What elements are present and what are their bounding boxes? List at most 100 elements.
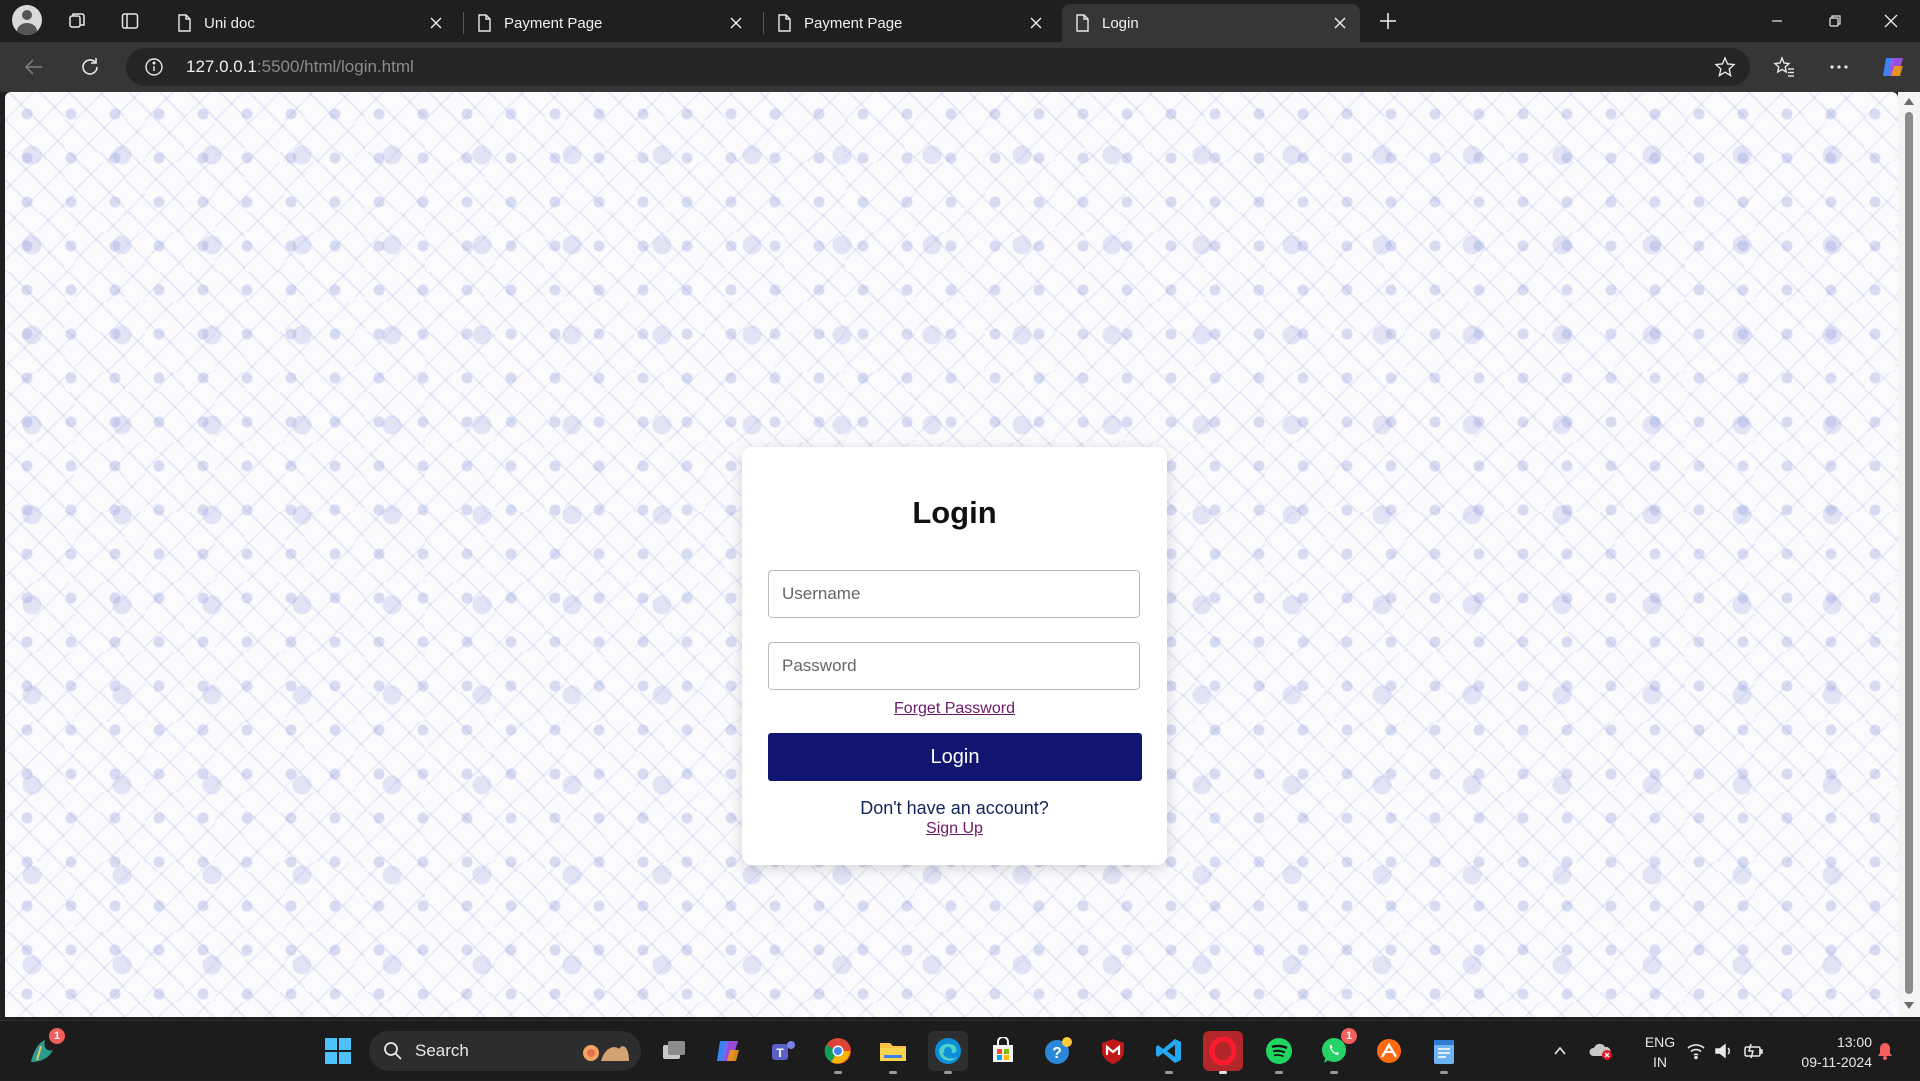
back-button[interactable] (18, 51, 50, 83)
scroll-down-arrow[interactable] (1904, 1002, 1914, 1009)
store-icon (993, 1037, 1013, 1062)
taskbar-search[interactable]: Search (369, 1031, 641, 1071)
close-window-button[interactable] (1862, 0, 1920, 42)
notepad-app[interactable] (1424, 1031, 1464, 1074)
restore-button[interactable] (1806, 0, 1864, 42)
teams-icon: T (772, 1041, 795, 1060)
login-button[interactable]: Login (768, 733, 1142, 781)
svg-text:T: T (776, 1046, 784, 1060)
scroll-up-arrow[interactable] (1904, 98, 1914, 105)
copilot-app-icon (717, 1041, 739, 1061)
vscode-app[interactable] (1149, 1031, 1189, 1074)
whatsapp-badge: 1 (1341, 1028, 1357, 1044)
tab-close-icon[interactable] (1330, 13, 1350, 33)
language-code: ENG (1644, 1034, 1676, 1050)
tab-payment-page[interactable]: Payment Page (464, 4, 756, 42)
username-input[interactable] (768, 570, 1140, 618)
favorites-icon[interactable] (1768, 51, 1800, 83)
tab-strip: Uni doc Payment Page Payment Page Login (0, 0, 1920, 42)
password-input[interactable] (768, 642, 1140, 690)
file-explorer-app[interactable] (873, 1031, 913, 1074)
document-icon (1076, 14, 1089, 32)
wifi-icon (1687, 1044, 1705, 1060)
running-indicator (1275, 1071, 1283, 1074)
page-background: Login Forget Password Login Don't have a… (5, 92, 1898, 1017)
sign-up-link[interactable]: Sign Up (926, 820, 983, 837)
favorite-star-icon[interactable] (1714, 56, 1736, 78)
address-bar[interactable]: 127.0.0.1:5500/html/login.html (126, 48, 1750, 86)
edge-app[interactable] (928, 1031, 968, 1074)
quick-settings[interactable] (1686, 1021, 1764, 1081)
widgets-badge: 1 (49, 1028, 65, 1044)
folder-icon (880, 1043, 906, 1061)
tab-login[interactable]: Login (1062, 4, 1360, 42)
onedrive-status[interactable] (1588, 1021, 1614, 1081)
tab-close-icon[interactable] (426, 13, 446, 33)
tab-payment-page-2[interactable]: Payment Page (764, 4, 1056, 42)
copilot-icon[interactable] (1877, 51, 1909, 83)
copilot-app[interactable] (708, 1031, 748, 1071)
show-hidden-icons[interactable] (1552, 1021, 1568, 1081)
tab-close-icon[interactable] (1026, 13, 1046, 33)
refresh-button[interactable] (74, 51, 106, 83)
running-indicator (1330, 1071, 1338, 1074)
store-app[interactable] (983, 1031, 1023, 1071)
whatsapp-app[interactable]: 1 (1314, 1028, 1357, 1074)
clock-date: 09-11-2024 (1801, 1054, 1872, 1070)
notepad-icon (1434, 1040, 1454, 1064)
document-icon (778, 14, 791, 32)
svg-text:?: ? (1052, 1045, 1062, 1062)
chrome-app[interactable] (818, 1031, 858, 1074)
windows-logo-icon (325, 1038, 351, 1064)
no-account-text: Don't have an account? (860, 798, 1049, 818)
task-view-icon (663, 1041, 685, 1059)
tab-uni-doc[interactable]: Uni doc (164, 4, 456, 42)
more-options-icon[interactable] (1823, 51, 1855, 83)
url-path: :5500/html/login.html (256, 57, 414, 76)
clock[interactable]: 13:00 09-11-2024 (1776, 1032, 1872, 1072)
minimize-button[interactable] (1748, 0, 1806, 42)
scroll-thumb[interactable] (1905, 112, 1913, 994)
new-tab-button[interactable] (1372, 5, 1404, 37)
task-view-button[interactable] (654, 1031, 694, 1071)
tab-close-icon[interactable] (726, 13, 746, 33)
search-label: Search (415, 1041, 469, 1060)
opera-icon (1209, 1037, 1237, 1065)
language-indicator[interactable]: ENG IN (1636, 1032, 1684, 1072)
get-help-app[interactable]: ? (1039, 1031, 1079, 1071)
url-host: 127.0.0.1 (186, 57, 257, 76)
chrome-icon (824, 1038, 851, 1064)
edge-icon (935, 1038, 961, 1064)
search-icon (384, 1042, 402, 1060)
cloud-error-icon (1589, 1043, 1612, 1060)
spotify-icon (1266, 1038, 1292, 1064)
mcafee-app[interactable] (1093, 1031, 1133, 1071)
document-icon (478, 14, 491, 32)
sublime-icon (1377, 1039, 1401, 1063)
start-button[interactable] (318, 1031, 358, 1071)
clock-time: 13:00 (1836, 1034, 1872, 1050)
running-indicator (1165, 1071, 1173, 1074)
sublime-app[interactable] (1369, 1031, 1409, 1071)
workspaces-icon[interactable] (61, 5, 93, 37)
tab-actions-icon[interactable] (114, 5, 146, 37)
page-scrollbar[interactable] (1898, 92, 1920, 1017)
spotify-app[interactable] (1259, 1031, 1299, 1074)
running-indicator (944, 1071, 952, 1074)
site-info-icon[interactable] (144, 57, 164, 77)
opera-app[interactable] (1203, 1031, 1243, 1074)
notifications-button[interactable] (1876, 1021, 1894, 1081)
running-indicator (889, 1071, 897, 1074)
teams-app[interactable]: T (764, 1031, 804, 1071)
forget-password-link[interactable]: Forget Password (894, 700, 1015, 717)
tab-title: Payment Page (504, 14, 603, 32)
login-card: Login Forget Password Login Don't have a… (742, 447, 1167, 865)
widgets-button[interactable]: 1 (22, 1028, 65, 1071)
taskbar: 1 Search T ? 1 ENG IN 13:00 09-11-2024 (0, 1020, 1920, 1080)
bell-icon (1878, 1043, 1892, 1060)
running-indicator (1440, 1071, 1448, 1074)
volume-icon (1715, 1043, 1731, 1059)
tab-title: Login (1102, 14, 1139, 32)
profile-avatar[interactable] (12, 5, 42, 35)
url-text[interactable]: 127.0.0.1:5500/html/login.html (186, 57, 414, 77)
